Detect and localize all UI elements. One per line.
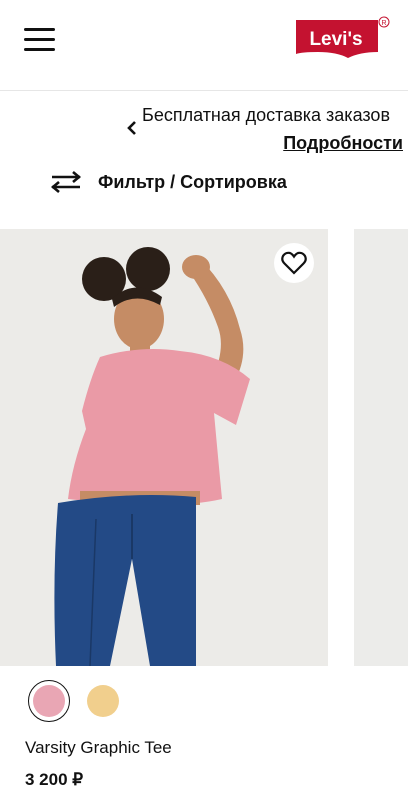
product-name[interactable]: Varsity Graphic Tee <box>25 738 172 758</box>
wishlist-button[interactable] <box>274 243 314 283</box>
top-header: Levi's R <box>0 0 408 91</box>
edge-fade <box>0 735 22 800</box>
sliders-icon <box>50 171 82 193</box>
product-price: 3 200 ₽ <box>25 770 84 789</box>
swatch-yellow[interactable] <box>82 680 124 722</box>
color-swatches <box>28 680 124 722</box>
svg-text:Levi's: Levi's <box>309 29 362 50</box>
next-product-image[interactable] <box>354 229 408 666</box>
model-illustration <box>0 229 328 666</box>
filter-sort-button[interactable]: Фильтр / Сортировка <box>50 166 287 198</box>
promo-details-link[interactable]: Подробности <box>283 133 403 154</box>
hamburger-menu-icon[interactable] <box>24 28 56 52</box>
swatch-pink[interactable] <box>28 680 70 722</box>
chevron-left-icon[interactable] <box>124 118 140 138</box>
product-image[interactable] <box>0 229 328 666</box>
heart-icon <box>281 251 307 275</box>
swatch-yellow-dot <box>87 685 119 717</box>
svg-text:R: R <box>381 20 386 27</box>
promo-text: Бесплатная доставка заказов <box>142 105 391 125</box>
levis-logo[interactable]: Levi's R <box>292 14 392 62</box>
filter-label: Фильтр / Сортировка <box>98 171 287 192</box>
swatch-pink-dot <box>33 685 65 717</box>
